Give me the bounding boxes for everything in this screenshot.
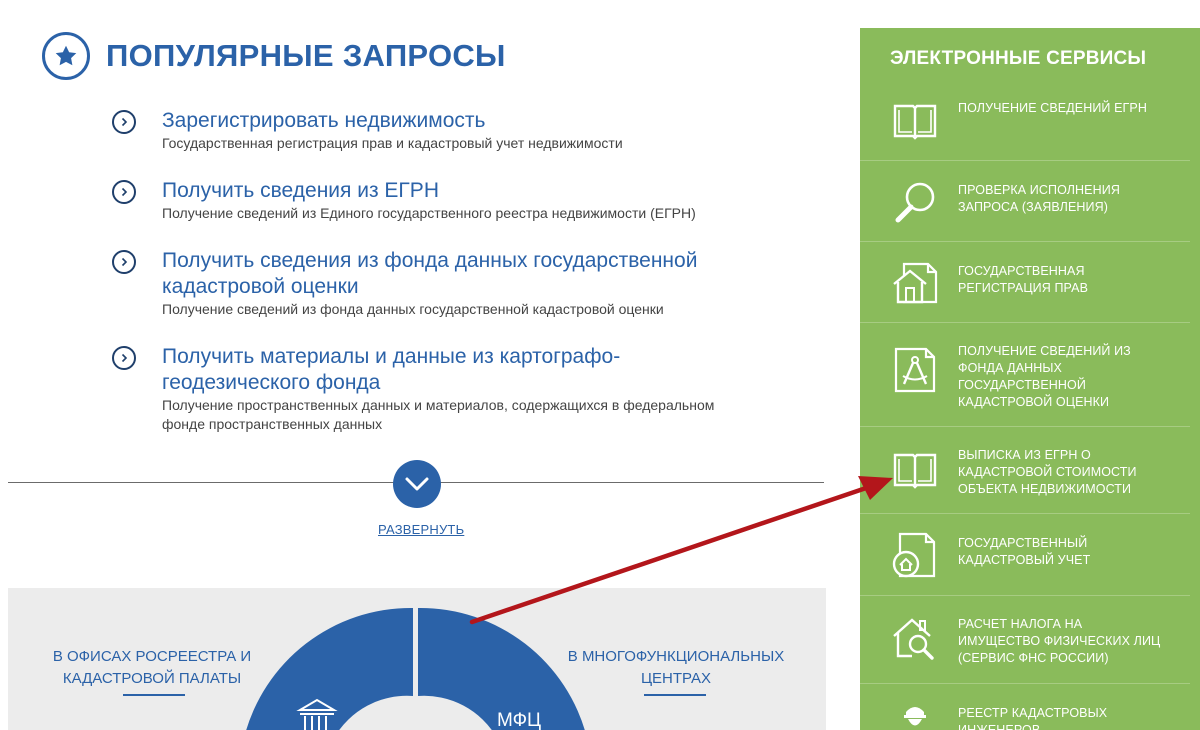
service-item-property-tax[interactable]: Расчет налога на имущество физических ли… — [860, 595, 1190, 683]
popular-requests-section: ПОПУЛЯРНЫЕ ЗАПРОСЫ Зарегистрировать недв… — [0, 0, 830, 560]
star-icon — [42, 32, 90, 80]
service-label: Реестр кадастровых инженеров — [958, 706, 1108, 730]
request-description: Получение пространственных данных и мате… — [162, 397, 715, 413]
service-item-rights-registration[interactable]: Государственная регистрация прав — [860, 241, 1190, 322]
service-item-egrn-info[interactable]: Получение сведений ЕГРН — [860, 80, 1190, 160]
electronic-services-panel: ЭЛЕКТРОННЫЕ СЕРВИСЫ Получение сведений Е… — [860, 28, 1200, 730]
request-description-line2: фонде пространственных данных — [162, 416, 383, 432]
house-document-icon — [893, 262, 938, 304]
request-description: Получение сведений из Единого государств… — [162, 205, 696, 221]
compass-document-icon — [894, 347, 936, 393]
service-label: Выписка из ЕГРН о кадастровой стоимости … — [958, 448, 1137, 496]
request-item-cadastral-valuation[interactable]: Получить сведения из фонда данных госуда… — [112, 248, 697, 319]
service-label: Расчет налога на имущество физических ли… — [958, 617, 1161, 665]
service-item-cadastral-value-extract[interactable]: Выписка из ЕГРН о кадастровой стоимости … — [860, 426, 1190, 513]
mfc-label: МФЦ — [497, 710, 541, 730]
service-label: Проверка исполнения запроса (заявления) — [958, 183, 1120, 214]
channels-ring: МФЦ — [244, 607, 585, 730]
service-item-cadastral-engineers[interactable]: Реестр кадастровых инженеров — [860, 683, 1190, 730]
engineer-icon — [904, 707, 926, 726]
request-link[interactable]: Получить сведения из ЕГРН — [162, 178, 696, 204]
request-link[interactable]: Получить материалы и данные из картограф… — [162, 344, 714, 370]
service-label: Получение сведений из фонда данных госуд… — [958, 344, 1131, 409]
house-search-icon — [893, 618, 934, 660]
service-item-request-status[interactable]: Проверка исполнения запроса (заявления) — [860, 160, 1190, 241]
request-link[interactable]: Зарегистрировать недвижимость — [162, 108, 623, 134]
chevron-right-icon[interactable] — [112, 346, 136, 370]
request-description: Государственная регистрация прав и кадас… — [162, 135, 623, 151]
offices-segment[interactable] — [244, 607, 413, 730]
service-label: Государственная регистрация прав — [958, 264, 1089, 295]
chevron-right-icon[interactable] — [112, 110, 136, 134]
request-link-line2[interactable]: кадастровой оценки — [162, 274, 697, 300]
service-label: Получение сведений ЕГРН — [958, 101, 1147, 115]
chevron-right-icon[interactable] — [112, 180, 136, 204]
popular-title: ПОПУЛЯРНЫЕ ЗАПРОСЫ — [106, 38, 506, 73]
chevron-right-icon[interactable] — [112, 250, 136, 274]
request-item-register[interactable]: Зарегистрировать недвижимость Государств… — [112, 108, 623, 153]
book-icon — [893, 453, 937, 489]
request-item-geodesic-fund[interactable]: Получить материалы и данные из картограф… — [112, 344, 714, 434]
request-description: Получение сведений из фонда данных госуд… — [162, 301, 664, 317]
request-link[interactable]: Получить сведения из фонда данных госуда… — [162, 248, 697, 274]
expand-button[interactable] — [393, 460, 441, 508]
service-item-cadastral-valuation-data[interactable]: Получение сведений из фонда данных госуд… — [860, 322, 1190, 426]
expand-link[interactable]: РАЗВЕРНУТЬ — [378, 522, 464, 537]
service-label: Государственный кадастровый учет — [958, 536, 1091, 567]
service-item-cadastral-registration[interactable]: Государственный кадастровый учет — [860, 513, 1190, 595]
popular-header: ПОПУЛЯРНЫЕ ЗАПРОСЫ — [42, 32, 506, 80]
book-icon — [893, 104, 937, 140]
request-link-line2[interactable]: геодезического фонда — [162, 370, 714, 396]
chevron-down-icon — [405, 477, 429, 491]
services-title: ЭЛЕКТРОННЫЕ СЕРВИСЫ — [890, 48, 1147, 69]
request-item-egrn[interactable]: Получить сведения из ЕГРН Получение свед… — [112, 178, 696, 223]
service-channels-panel: В ОФИСАХ РОСРЕЕСТРА И КАДАСТРОВОЙ ПАЛАТЫ… — [8, 588, 826, 730]
home-document-icon — [892, 532, 936, 578]
magnifier-icon — [895, 182, 935, 223]
